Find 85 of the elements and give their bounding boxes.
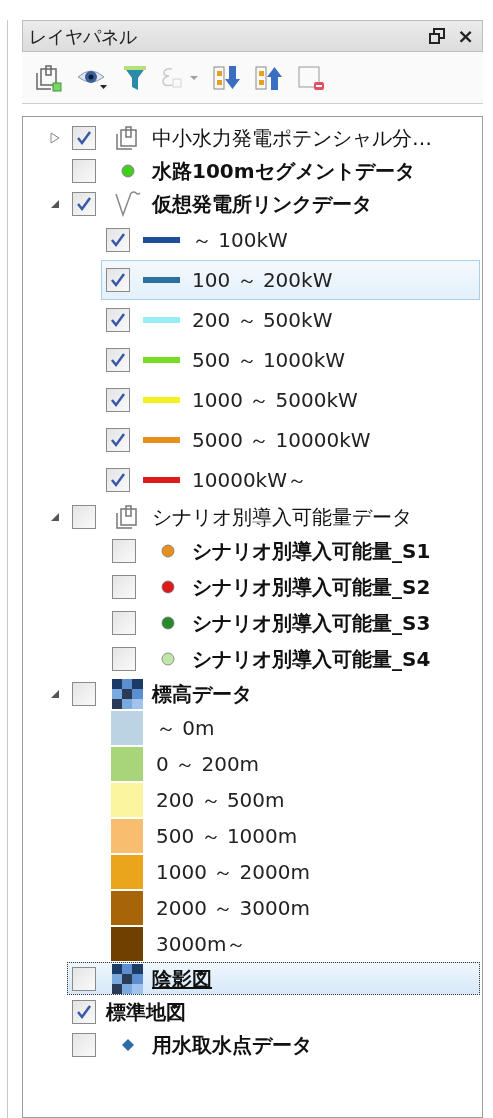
legend-row[interactable]: ～ 100kW [101,220,480,260]
legend-label: 500 ～ 1000kW [192,347,346,374]
legend-row[interactable]: 500 ～ 1000kW [101,340,480,380]
checkbox[interactable] [72,125,96,150]
layer-row[interactable]: シナリオ別導入可能量_S1 [23,533,480,569]
legend-row[interactable]: 1000 ～ 5000kW [101,380,480,420]
legend-label: 10000kW～ [192,467,307,494]
checkbox[interactable] [72,1032,96,1057]
legend-label: 3000m～ [156,931,247,958]
layer-name: 水路100mセグメントデータ [152,157,415,185]
legend-row[interactable]: 10000kW～ [101,460,480,500]
collapse-arrow-icon[interactable] [50,198,60,209]
layer-row[interactable]: 仮想発電所リンクデータ [23,187,480,220]
legend-row[interactable]: 5000 ～ 10000kW [101,420,480,460]
layer-row[interactable]: シナリオ別導入可能量データ [23,500,480,533]
checkbox[interactable] [106,388,130,412]
layer-name: 中小水力発電ポテンシャル分… [152,124,432,152]
checkmark-icon [76,1003,92,1020]
checkbox[interactable] [112,647,136,671]
layer-row[interactable]: シナリオ別導入可能量_S4 [23,641,480,677]
layer-name: シナリオ別導入可能量_S3 [192,610,431,637]
collapse-arrow-icon[interactable] [50,511,60,522]
layer-name: シナリオ別導入可能量_S4 [192,646,431,673]
line-layer-icon [114,189,142,218]
legend-label: 200 ～ 500kW [192,307,333,334]
checkbox[interactable] [72,504,96,529]
checkmark-icon [110,432,126,448]
float-button[interactable] [427,26,448,46]
checkmark-icon [110,272,126,288]
layer-name: 陰影図 [152,965,212,993]
checkmark-icon [110,232,126,248]
layer-name: シナリオ別導入可能量_S1 [192,538,431,565]
legend-label: 100 ～ 200kW [192,267,333,294]
expand-arrow-icon[interactable] [50,131,60,144]
checkbox[interactable] [106,348,130,372]
raster-layer-icon [112,963,144,994]
checkbox[interactable] [72,191,96,216]
layer-row[interactable]: 陰影図 [67,962,480,995]
checkbox[interactable] [112,575,136,599]
layer-name: シナリオ別導入可能量データ [152,503,412,531]
checkbox[interactable] [112,539,136,563]
legend-label: 1000 ～ 5000kW [192,387,358,414]
checkbox[interactable] [72,158,96,183]
layer-row[interactable]: 用水取水点データ [23,1028,480,1061]
layer-name: 標準地図 [106,998,186,1026]
checkbox[interactable] [106,308,130,332]
checkmark-icon [110,472,126,488]
legend-label: ～ 100kW [192,227,288,254]
legend-row[interactable]: 100 ～ 200kW [101,260,480,300]
layer-row[interactable]: シナリオ別導入可能量_S2 [23,569,480,605]
layer-row[interactable]: 水路100mセグメントデータ [23,154,480,187]
legend-label: 1000 ～ 2000m [156,859,310,886]
checkbox[interactable] [72,681,96,706]
layer-name: 仮想発電所リンクデータ [152,190,372,218]
legend-label: 0 ～ 200m [156,751,260,778]
checkbox[interactable] [72,999,96,1024]
layer-name: シナリオ別導入可能量_S2 [192,574,431,601]
checkbox[interactable] [106,228,130,252]
close-button[interactable]: × [457,26,474,46]
checkbox[interactable] [106,268,130,292]
checkbox[interactable] [112,611,136,635]
checkbox[interactable] [106,428,130,452]
legend-label: ～ 0m [156,715,215,742]
legend-label: 5000 ～ 10000kW [192,427,371,454]
raster-layer-icon [112,678,144,709]
collapse-arrow-icon[interactable] [50,688,60,699]
checkmark-icon [76,195,92,212]
layer-name: 標高データ [152,680,252,708]
layer-row[interactable]: 標高データ [23,677,480,710]
legend-label: 200 ～ 500m [156,787,285,814]
checkmark-icon [110,312,126,328]
checkmark-icon [76,129,92,146]
checkbox[interactable] [72,966,96,991]
add-group-icon [34,62,64,93]
panel-title: レイヤパネル [29,24,138,49]
legend-label: 500 ～ 1000m [156,823,298,850]
legend-row[interactable]: 200 ～ 500kW [101,300,480,340]
legend-label: 2000 ～ 3000m [156,895,310,922]
checkmark-icon [110,392,126,408]
layer-row[interactable]: 中小水力発電ポテンシャル分… [23,121,480,154]
layer-name: 用水取水点データ [152,1031,312,1059]
layer-row[interactable]: 標準地図 [23,995,480,1028]
layer-row[interactable]: シナリオ別導入可能量_S3 [23,605,480,641]
checkmark-icon [110,352,126,368]
checkbox[interactable] [106,468,130,492]
